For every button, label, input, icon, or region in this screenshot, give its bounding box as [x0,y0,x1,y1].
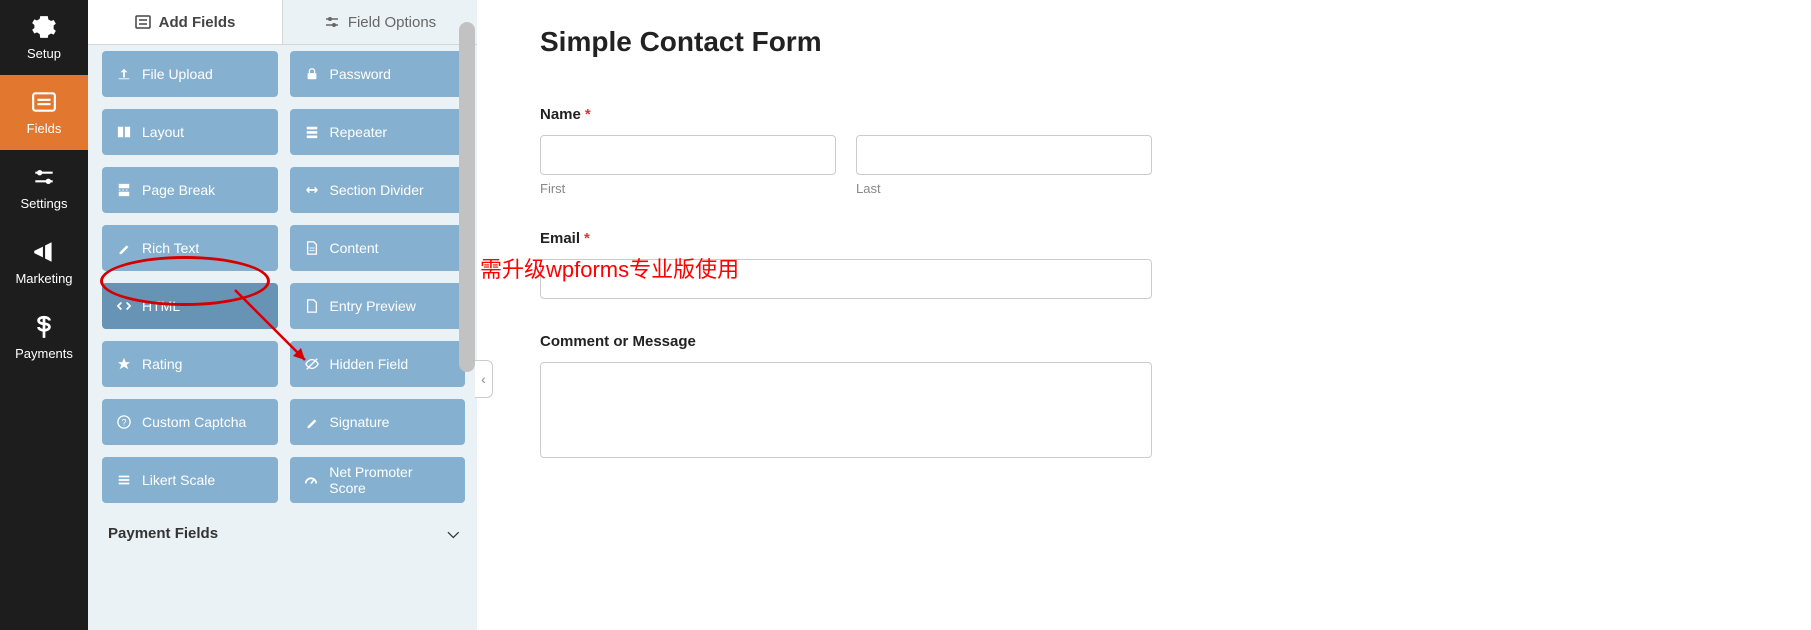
panel-collapse-handle[interactable]: ‹ [475,360,493,398]
chevron-down-icon: ⌵ [448,525,459,542]
email-input[interactable] [540,259,1152,299]
form-icon [31,89,57,115]
tab-add-fields[interactable]: Add Fields [88,0,282,45]
sliders-icon [31,164,57,190]
gauge-icon [304,472,320,488]
form-preview: Simple Contact Form Name* First Last Ema… [494,0,1811,630]
field-rating[interactable]: Rating [102,341,278,387]
pagebreak-icon [116,182,132,198]
first-sublabel: First [540,181,836,196]
field-label: Entry Preview [330,298,416,314]
field-label: Signature [330,414,390,430]
field-label: Net Promoter Score [329,464,451,496]
tab-label: Field Options [348,14,436,31]
field-content[interactable]: Content [290,225,466,271]
lock-icon [304,66,320,82]
chart-icon [116,472,132,488]
panel-tabs: Add Fields Field Options [88,0,477,45]
field-repeater[interactable]: Repeater [290,109,466,155]
nav-label: Marketing [15,271,72,286]
field-captcha[interactable]: ? Custom Captcha [102,399,278,445]
divider-icon [304,182,320,198]
last-sublabel: Last [856,181,1152,196]
tab-field-options[interactable]: Field Options [282,0,477,45]
field-label: Likert Scale [142,472,215,488]
form-title: Simple Contact Form [540,26,1765,58]
field-label: Custom Captcha [142,414,246,430]
name-label: Name* [540,106,1765,123]
upload-icon [116,66,132,82]
field-label: Repeater [330,124,388,140]
field-hidden[interactable]: Hidden Field [290,341,466,387]
nav-payments[interactable]: Payments [0,300,88,375]
last-name-input[interactable] [856,135,1152,175]
chevron-left-icon: ‹ [481,371,486,387]
field-password[interactable]: Password [290,51,466,97]
field-label: Rich Text [142,240,199,256]
field-label: File Upload [142,66,213,82]
dollar-icon [31,314,57,340]
fields-panel: Add Fields Field Options File Upload Pas… [88,0,477,630]
builder-sidebar: Setup Fields Settings Marketing Payments [0,0,88,630]
tab-label: Add Fields [159,14,236,31]
field-layout[interactable]: Layout [102,109,278,155]
pen-icon [304,414,320,430]
columns-icon [116,124,132,140]
fields-scroll[interactable]: File Upload Password Layout Repeater Pag… [88,45,477,630]
nav-setup[interactable]: Setup [0,0,88,75]
field-label: HTML [142,298,180,314]
field-name[interactable]: Name* First Last [540,106,1765,196]
eye-icon [304,298,320,314]
first-name-input[interactable] [540,135,836,175]
gear-icon [31,14,57,40]
star-icon [116,356,132,372]
eye-off-icon [304,356,320,372]
field-label: Rating [142,356,182,372]
nav-fields[interactable]: Fields [0,75,88,150]
field-signature[interactable]: Signature [290,399,466,445]
nav-marketing[interactable]: Marketing [0,225,88,300]
field-comment[interactable]: Comment or Message [540,333,1765,463]
code-icon [116,298,132,314]
scrollbar-thumb[interactable] [459,22,475,372]
question-icon: ? [116,414,132,430]
field-label: Hidden Field [330,356,409,372]
field-label: Content [330,240,379,256]
list-icon [304,124,320,140]
megaphone-icon [31,239,57,265]
nav-label: Setup [27,46,61,61]
field-page-break[interactable]: Page Break [102,167,278,213]
field-label: Section Divider [330,182,424,198]
field-likert[interactable]: Likert Scale [102,457,278,503]
comment-textarea[interactable] [540,362,1152,458]
nav-label: Fields [27,121,62,136]
field-label: Layout [142,124,184,140]
accordion-payment-fields[interactable]: Payment Fields ⌵ [102,525,465,550]
comment-label: Comment or Message [540,333,1765,350]
field-file-upload[interactable]: File Upload [102,51,278,97]
nav-label: Settings [21,196,68,211]
field-grid: File Upload Password Layout Repeater Pag… [102,45,465,503]
field-nps[interactable]: Net Promoter Score [290,457,466,503]
nav-label: Payments [15,346,73,361]
nav-settings[interactable]: Settings [0,150,88,225]
svg-text:?: ? [122,418,127,428]
field-rich-text[interactable]: Rich Text [102,225,278,271]
field-entry-preview[interactable]: Entry Preview [290,283,466,329]
file-icon [304,240,320,256]
accordion-label: Payment Fields [108,525,218,542]
richtext-icon [116,240,132,256]
email-label: Email* [540,230,1765,247]
field-section-divider[interactable]: Section Divider [290,167,466,213]
field-label: Password [330,66,391,82]
field-html[interactable]: HTML [102,283,278,329]
field-label: Page Break [142,182,215,198]
field-email[interactable]: Email* [540,230,1765,299]
